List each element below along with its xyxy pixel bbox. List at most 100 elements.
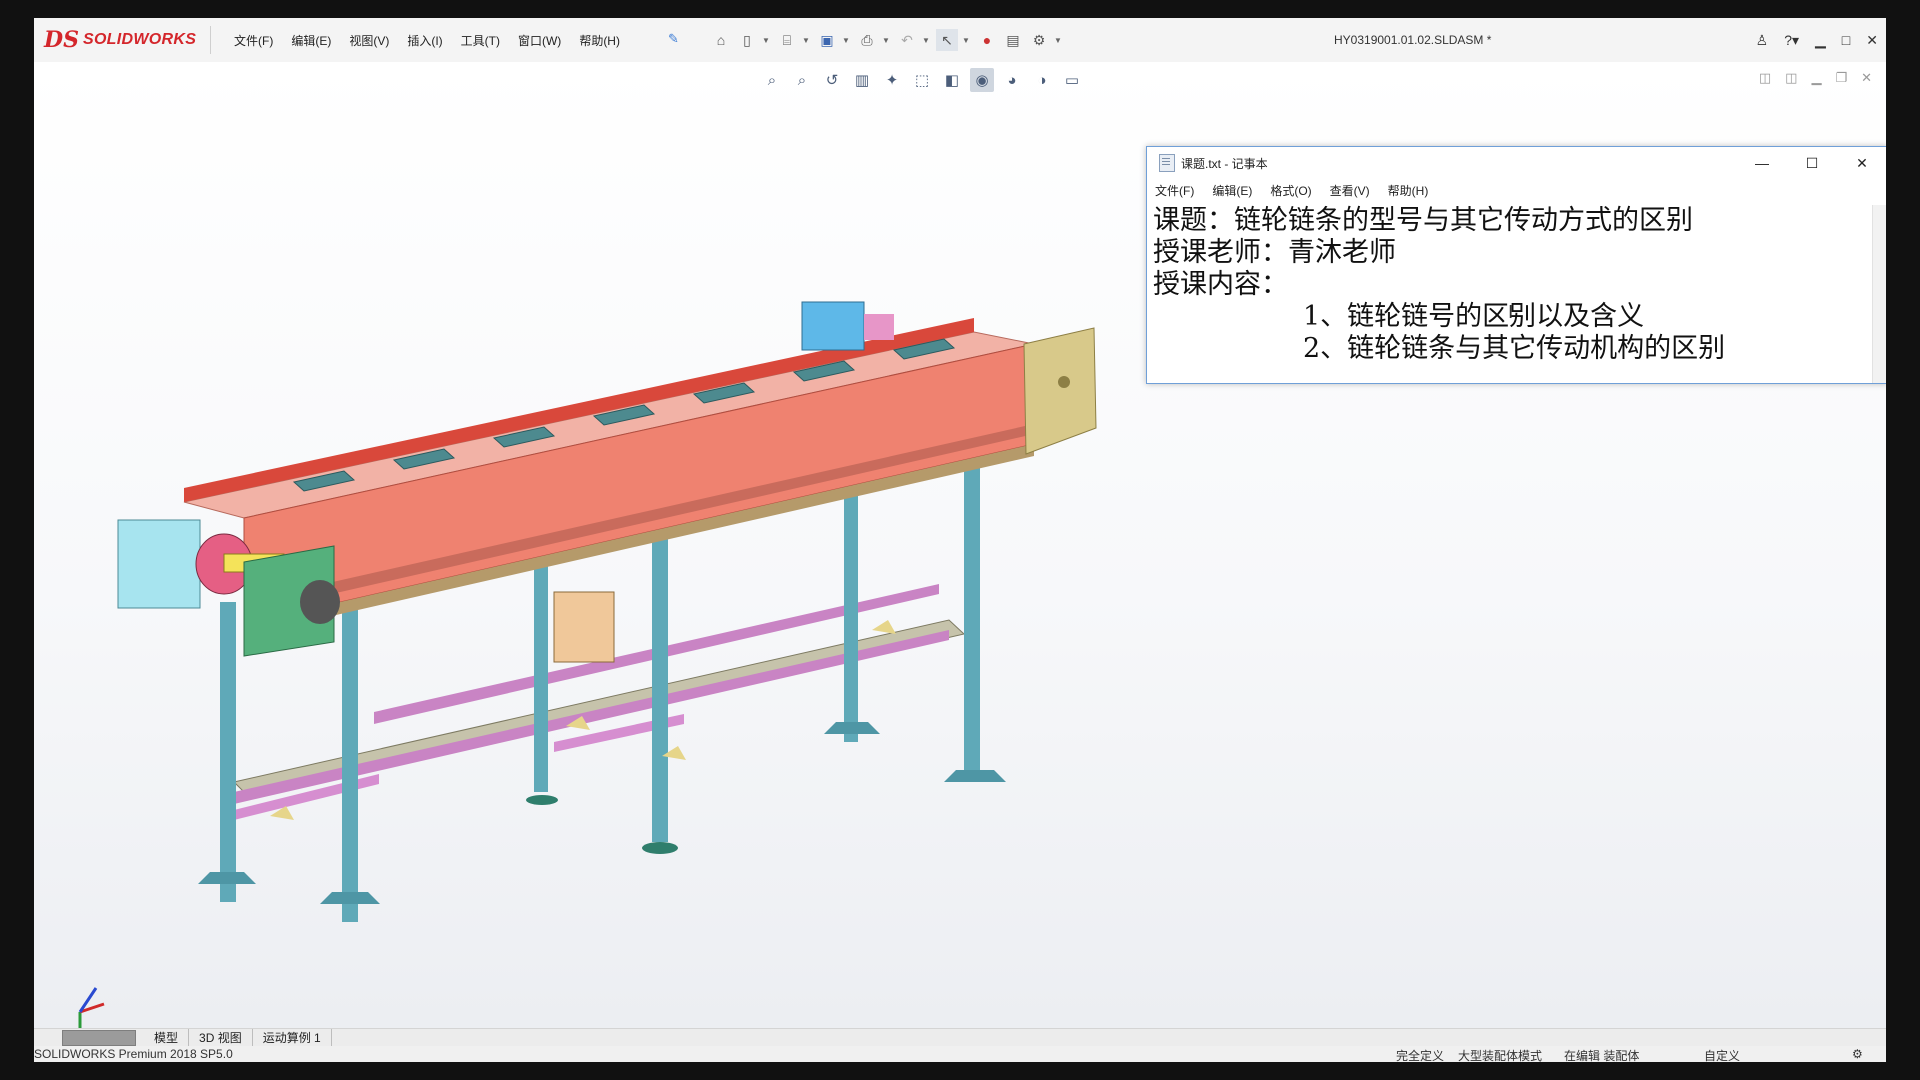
view-settings-icon[interactable]: ▭: [1060, 68, 1084, 92]
menu-window[interactable]: 窗口(W): [518, 32, 561, 49]
home-icon[interactable]: ⌂: [710, 29, 732, 51]
notepad-menu: 文件(F) 编辑(E) 格式(O) 查看(V) 帮助(H): [1147, 179, 1886, 201]
foot-5: [824, 722, 880, 734]
user-account-icon[interactable]: ♙: [1756, 32, 1769, 49]
menubar-separator: [210, 26, 211, 54]
edit-appearance-icon[interactable]: ◕: [1000, 68, 1024, 92]
menu-help[interactable]: 帮助(H): [579, 32, 620, 49]
print-icon[interactable]: ⎙: [856, 29, 878, 51]
foot-6: [944, 770, 1006, 782]
foot-4: [642, 842, 678, 854]
hide-show-items-icon[interactable]: ◉: [970, 68, 994, 92]
menubar: DS SOLIDWORKS 文件(F) 编辑(E) 视图(V) 插入(I) 工具…: [34, 18, 1886, 63]
zoom-to-area-icon[interactable]: ⌕: [790, 68, 814, 92]
select-cursor-icon[interactable]: ↖: [936, 29, 958, 51]
foot-2: [320, 892, 380, 904]
select-dropdown-icon[interactable]: ▼: [962, 36, 970, 45]
tile-right-icon[interactable]: ◫: [1785, 70, 1797, 86]
notepad-title: 课题.txt - 记事本: [1181, 156, 1268, 171]
status-large-assembly: 大型装配体模式: [1458, 1049, 1543, 1062]
notepad-menu-view[interactable]: 查看(V): [1330, 182, 1370, 199]
status-options-icon[interactable]: ⚙: [1852, 1047, 1863, 1061]
pin-icon[interactable]: ✎: [668, 32, 682, 46]
open-dropdown-icon[interactable]: ▼: [802, 36, 810, 45]
zoom-to-fit-icon[interactable]: ⌕: [760, 68, 784, 92]
notepad-icon: [1159, 154, 1175, 172]
notepad-window-controls: — ☐ ✕: [1737, 147, 1886, 179]
tile-left-icon[interactable]: ◫: [1759, 70, 1771, 86]
notepad-menu-format[interactable]: 格式(O): [1270, 182, 1311, 199]
status-custom-units[interactable]: 自定义: [1704, 1047, 1740, 1062]
display-style-icon[interactable]: ◧: [940, 68, 964, 92]
options-gear-icon[interactable]: ⚙: [1028, 29, 1050, 51]
bottom-tab-bar: 模型 3D 视图 运动算例 1: [34, 1028, 1886, 1047]
menu-file[interactable]: 文件(F): [234, 32, 273, 49]
doc-close-icon[interactable]: ✕: [1861, 70, 1872, 86]
notepad-scrollbar[interactable]: [1872, 205, 1886, 383]
window-controls: ♙ ?▾ ▁ □ ✕: [1756, 18, 1878, 62]
menu-tools[interactable]: 工具(T): [461, 32, 500, 49]
status-fully-defined: 完全定义: [1396, 1049, 1445, 1062]
main-menu: 文件(F) 编辑(E) 视图(V) 插入(I) 工具(T) 窗口(W) 帮助(H…: [234, 18, 620, 62]
solidworks-logo[interactable]: DS SOLIDWORKS: [44, 24, 204, 56]
new-dropdown-icon[interactable]: ▼: [762, 36, 770, 45]
open-folder-icon[interactable]: ⌸: [776, 29, 798, 51]
undo-icon[interactable]: ↶: [896, 29, 918, 51]
help-icon[interactable]: ?▾: [1784, 32, 1799, 49]
front-bearing: [300, 580, 340, 624]
doc-minimize-icon[interactable]: ▁: [1811, 70, 1821, 86]
model-tabs: 模型 3D 视图 运动算例 1: [62, 1029, 332, 1047]
notepad-titlebar[interactable]: 课题.txt - 记事本 — ☐ ✕: [1147, 147, 1886, 179]
notepad-window[interactable]: 课题.txt - 记事本 — ☐ ✕ 文件(F) 编辑(E) 格式(O) 查看(…: [1146, 146, 1886, 384]
document-window-controls: ◫ ◫ ▁ ❐ ✕: [1759, 70, 1872, 86]
section-view-icon[interactable]: ▥: [850, 68, 874, 92]
leg-rear-back: [844, 482, 858, 742]
minimize-icon[interactable]: ▁: [1815, 32, 1826, 49]
tab-3d-views[interactable]: 3D 视图: [189, 1029, 253, 1047]
leg-middle-front: [652, 532, 668, 842]
options-dropdown-icon[interactable]: ▼: [1054, 36, 1062, 45]
menu-edit[interactable]: 编辑(E): [291, 32, 331, 49]
notepad-line-teacher: 授课老师：青沐老师: [1153, 237, 1396, 268]
menu-view[interactable]: 视图(V): [349, 32, 389, 49]
rear-end-plate: [1023, 327, 1097, 455]
motor-block: [801, 301, 865, 351]
notepad-text-area[interactable]: 课题：链轮链条的型号与其它传动方式的区别 授课老师：青沐老师 授课内容： 1、链…: [1153, 205, 1869, 383]
notepad-menu-file[interactable]: 文件(F): [1155, 182, 1194, 199]
notepad-menu-help[interactable]: 帮助(H): [1388, 182, 1429, 199]
ds-logo-mark: DS: [44, 27, 79, 53]
notepad-close-icon[interactable]: ✕: [1837, 147, 1886, 179]
menu-insert[interactable]: 插入(I): [407, 32, 442, 49]
foot-3: [526, 795, 558, 805]
doc-restore-icon[interactable]: ❐: [1835, 70, 1847, 86]
tab-model[interactable]: 模型: [144, 1029, 190, 1047]
restore-icon[interactable]: □: [1842, 32, 1850, 48]
traffic-light-icon[interactable]: ●: [976, 29, 998, 51]
notepad-maximize-icon[interactable]: ☐: [1787, 147, 1837, 179]
tab-motion-study-1[interactable]: 运动算例 1: [253, 1029, 332, 1047]
apply-scene-icon[interactable]: ◑: [1030, 68, 1054, 92]
end-plate-hole: [1058, 376, 1070, 388]
brand-name: SOLIDWORKS: [82, 31, 197, 48]
file-properties-icon[interactable]: ▤: [1002, 29, 1024, 51]
status-bar: SOLIDWORKS Premium 2018 SP5.0 完全定义 大型装配体…: [34, 1046, 1886, 1062]
undo-dropdown-icon[interactable]: ▼: [922, 36, 930, 45]
notepad-minimize-icon[interactable]: —: [1737, 147, 1787, 179]
leg-front-left: [220, 602, 236, 902]
notepad-menu-edit[interactable]: 编辑(E): [1212, 182, 1252, 199]
view-orientation-icon[interactable]: ⬚: [910, 68, 934, 92]
save-icon[interactable]: ▣: [816, 29, 838, 51]
print-dropdown-icon[interactable]: ▼: [882, 36, 890, 45]
product-version: SOLIDWORKS Premium 2018 SP5.0: [34, 1047, 233, 1061]
notepad-line-item-2: 2、链轮链条与其它传动机构的区别: [1303, 333, 1726, 364]
leg-rear-front: [964, 452, 980, 782]
tab-scroll-arrows[interactable]: [62, 1030, 136, 1046]
save-dropdown-icon[interactable]: ▼: [842, 36, 850, 45]
document-title: HY0319001.01.02.SLDASM *: [1334, 33, 1492, 47]
notepad-line-topic: 课题：链轮链条的型号与其它传动方式的区别: [1153, 205, 1693, 236]
close-icon[interactable]: ✕: [1866, 32, 1878, 49]
previous-view-icon[interactable]: ↺: [820, 68, 844, 92]
new-document-icon[interactable]: ▯: [736, 29, 758, 51]
coordinate-triad: [78, 987, 105, 1032]
dynamic-annotation-icon[interactable]: ✦: [880, 68, 904, 92]
